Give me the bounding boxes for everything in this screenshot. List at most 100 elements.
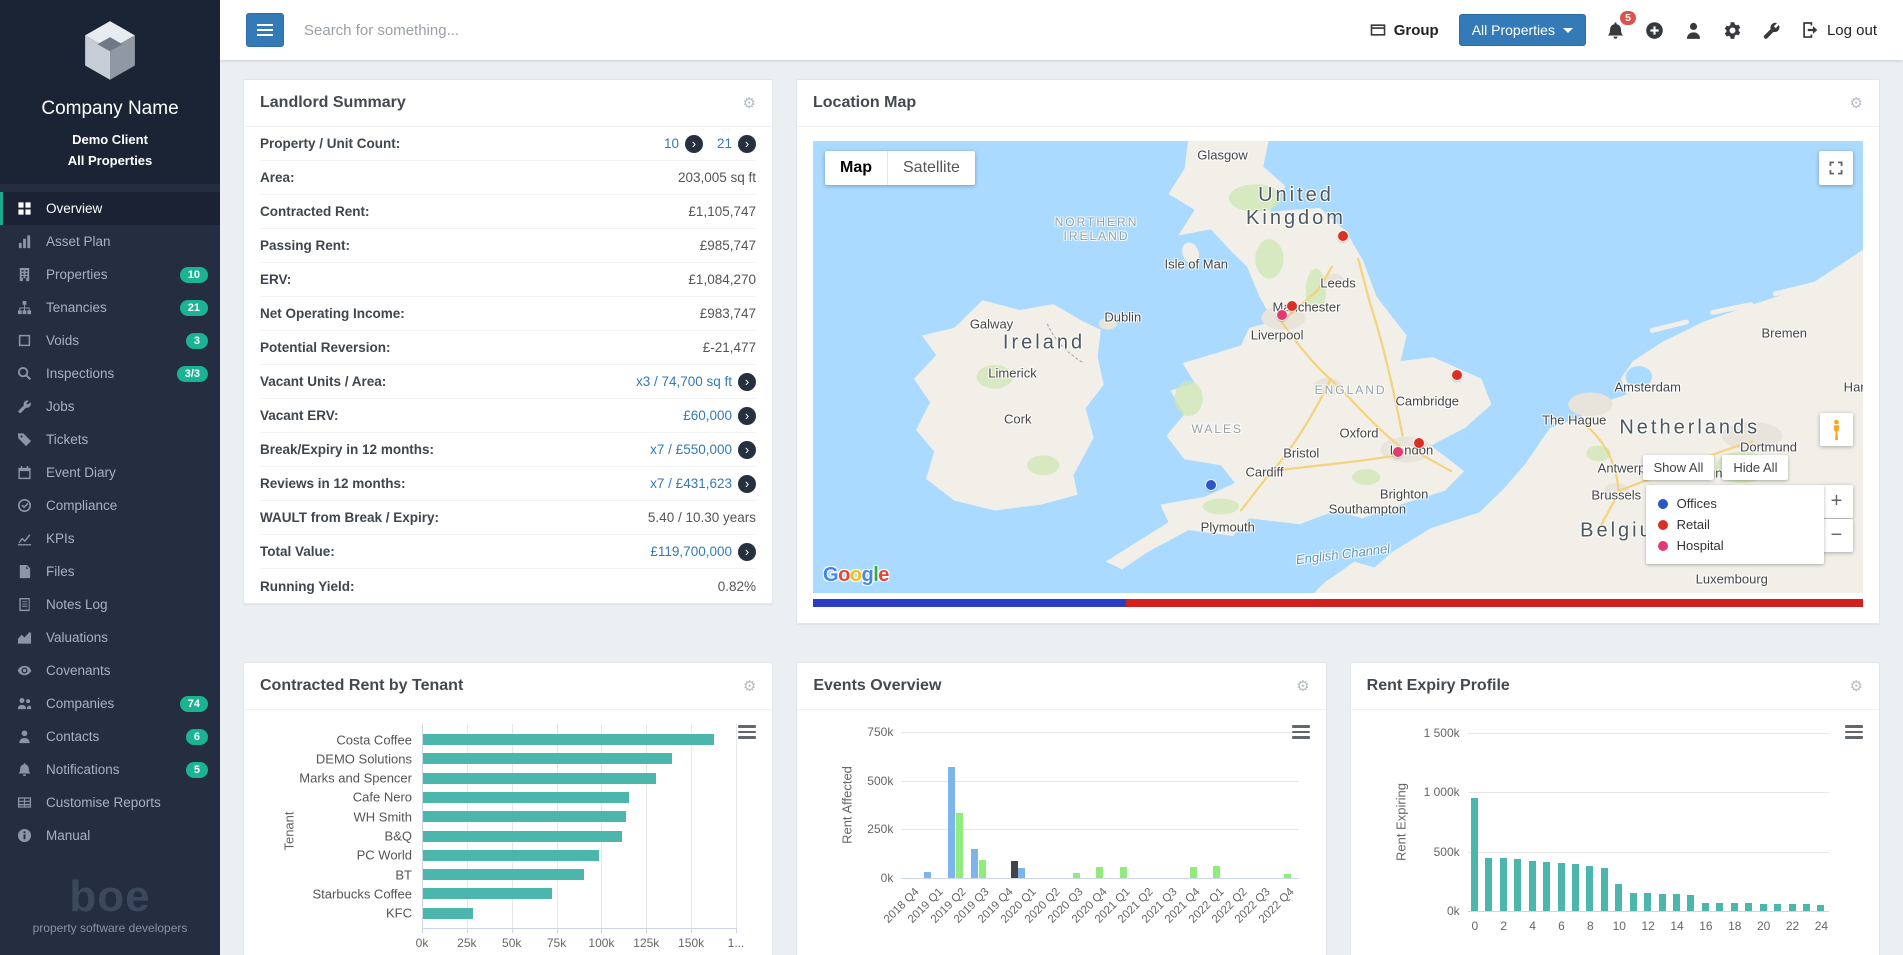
column-bar xyxy=(1190,867,1197,878)
map-legend-item-offices[interactable]: Offices xyxy=(1658,493,1812,514)
street-view-pegman[interactable] xyxy=(1820,413,1853,446)
drilldown-arrow-icon[interactable]: › xyxy=(738,475,756,493)
column-bar xyxy=(1702,903,1709,911)
map-marker-hospital[interactable] xyxy=(1393,447,1403,457)
sidebar-item-label: Contacts xyxy=(46,729,180,744)
sidebar-item-covenants[interactable]: Covenants xyxy=(0,654,220,687)
map-zoom-in-button[interactable]: + xyxy=(1820,485,1853,518)
user-profile-button[interactable] xyxy=(1684,21,1703,40)
chart-context-menu-button[interactable] xyxy=(1290,720,1312,744)
sidebar-item-contacts[interactable]: Contacts6 xyxy=(0,720,220,753)
map-marker-retail[interactable] xyxy=(1287,301,1297,311)
summary-value-link[interactable]: x7 / £431,623 xyxy=(650,476,732,491)
group-control[interactable]: Group xyxy=(1369,21,1439,39)
sidebar-item-companies[interactable]: Companies74 xyxy=(0,687,220,720)
map-fullscreen-button[interactable] xyxy=(1819,151,1853,185)
drilldown-arrow-icon[interactable]: › xyxy=(738,135,756,153)
add-button[interactable] xyxy=(1645,21,1664,40)
map-legend-item-retail[interactable]: Retail xyxy=(1658,514,1812,535)
sidebar-item-overview[interactable]: Overview xyxy=(0,192,220,225)
sidebar-item-customise-reports[interactable]: Customise Reports xyxy=(0,786,220,819)
tools-wrench-button[interactable] xyxy=(1762,21,1781,40)
drilldown-arrow-icon[interactable]: › xyxy=(685,135,703,153)
sidebar-item-tickets[interactable]: Tickets xyxy=(0,423,220,456)
column-bar xyxy=(1615,884,1622,911)
summary-value-group: x3 / 74,700 sq ft › xyxy=(636,373,756,391)
settings-gears-button[interactable] xyxy=(1723,21,1742,40)
panel-settings-gear-icon[interactable]: ⚙ xyxy=(1850,96,1863,111)
summary-value-group: £983,747 xyxy=(700,306,756,321)
summary-value: 5.40 / 10.30 years xyxy=(648,510,756,525)
summary-value-link[interactable]: x7 / £550,000 xyxy=(650,442,732,457)
summary-row: Passing Rent:£985,747 xyxy=(260,229,756,263)
map-marker-hospital[interactable] xyxy=(1277,310,1287,320)
panel-settings-gear-icon[interactable]: ⚙ xyxy=(1850,679,1863,694)
map-marker-retail[interactable] xyxy=(1414,438,1424,448)
category-label: BT xyxy=(244,867,412,882)
sidebar-item-files[interactable]: Files xyxy=(0,555,220,588)
drilldown-arrow-icon[interactable]: › xyxy=(738,441,756,459)
y-tick-label: 750k xyxy=(797,725,893,739)
sidebar-item-asset-plan[interactable]: Asset Plan xyxy=(0,225,220,258)
panel-header: Location Map ⚙ xyxy=(797,80,1879,127)
map-marker-retail[interactable] xyxy=(1452,370,1462,380)
sidebar-item-jobs[interactable]: Jobs xyxy=(0,390,220,423)
logout-icon xyxy=(1801,21,1819,39)
sidebar-item-tenancies[interactable]: Tenancies21 xyxy=(0,291,220,324)
show-all-button[interactable]: Show All xyxy=(1643,455,1715,480)
summary-value-group: £119,700,000 › xyxy=(650,543,756,561)
column-bar xyxy=(1731,903,1738,911)
hide-all-button[interactable]: Hide All xyxy=(1722,455,1788,480)
summary-value-link[interactable]: 21 xyxy=(717,136,732,151)
bar-b-q xyxy=(423,831,622,842)
sidebar-item-label: Companies xyxy=(46,696,174,711)
bar-wh-smith xyxy=(423,811,626,822)
map-type-satellite-button[interactable]: Satellite xyxy=(887,151,975,185)
summary-row: Net Operating Income:£983,747 xyxy=(260,297,756,331)
summary-value-link[interactable]: £119,700,000 xyxy=(650,544,732,559)
sidebar-item-compliance[interactable]: Compliance xyxy=(0,489,220,522)
panel-settings-gear-icon[interactable]: ⚙ xyxy=(1296,679,1309,694)
panel-settings-gear-icon[interactable]: ⚙ xyxy=(743,679,756,694)
map-zoom-out-button[interactable]: − xyxy=(1820,519,1853,552)
sidebar-item-notifications[interactable]: Notifications5 xyxy=(0,753,220,786)
summary-label: Area: xyxy=(260,170,295,185)
sidebar-item-event-diary[interactable]: Event Diary xyxy=(0,456,220,489)
sidebar-item-inspections[interactable]: Inspections3/3 xyxy=(0,357,220,390)
sidebar-item-voids[interactable]: Voids3 xyxy=(0,324,220,357)
summary-row: Vacant ERV:£60,000› xyxy=(260,399,756,433)
summary-value-link[interactable]: 10 xyxy=(664,136,679,151)
panel-settings-gear-icon[interactable]: ⚙ xyxy=(743,96,756,111)
column-bar xyxy=(979,860,986,878)
drilldown-arrow-icon[interactable]: › xyxy=(738,373,756,391)
summary-values: £119,700,000 › xyxy=(650,543,756,561)
map-marker-offices[interactable] xyxy=(1206,480,1216,490)
table-icon xyxy=(17,795,37,810)
drilldown-arrow-icon[interactable]: › xyxy=(738,543,756,561)
summary-label: Passing Rent: xyxy=(260,238,350,253)
chart-context-menu-button[interactable] xyxy=(736,720,758,744)
property-scope-dropdown[interactable]: All Properties xyxy=(1459,14,1586,46)
summary-value-link[interactable]: £60,000 xyxy=(683,408,732,423)
search-input[interactable] xyxy=(304,22,824,39)
sidebar-item-kpis[interactable]: KPIs xyxy=(0,522,220,555)
sidebar-item-properties[interactable]: Properties10 xyxy=(0,258,220,291)
summary-values: £1,084,270 xyxy=(688,272,756,287)
summary-value-link[interactable]: x3 / 74,700 sq ft xyxy=(636,374,732,389)
map-marker-retail[interactable] xyxy=(1338,231,1348,241)
map-type-map-button[interactable]: Map xyxy=(825,151,887,185)
y-axis-title: Rent Affected xyxy=(840,766,855,844)
chart-context-menu-button[interactable] xyxy=(1843,720,1865,744)
drilldown-arrow-icon[interactable]: › xyxy=(738,407,756,425)
map-legend-item-hospital[interactable]: Hospital xyxy=(1658,535,1812,556)
user-icon xyxy=(17,729,37,744)
sidebar-item-manual[interactable]: Manual xyxy=(0,819,220,852)
notifications-bell-button[interactable]: 5 xyxy=(1606,21,1625,40)
logout-button[interactable]: Log out xyxy=(1801,21,1877,39)
sidebar-item-valuations[interactable]: Valuations xyxy=(0,621,220,654)
summary-row: Contracted Rent:£1,105,747 xyxy=(260,195,756,229)
gridline xyxy=(1468,733,1829,734)
sidebar-item-notes-log[interactable]: Notes Log xyxy=(0,588,220,621)
google-map[interactable]: Map Satellite + − Show All xyxy=(813,141,1863,593)
menu-toggle-button[interactable] xyxy=(246,13,284,47)
